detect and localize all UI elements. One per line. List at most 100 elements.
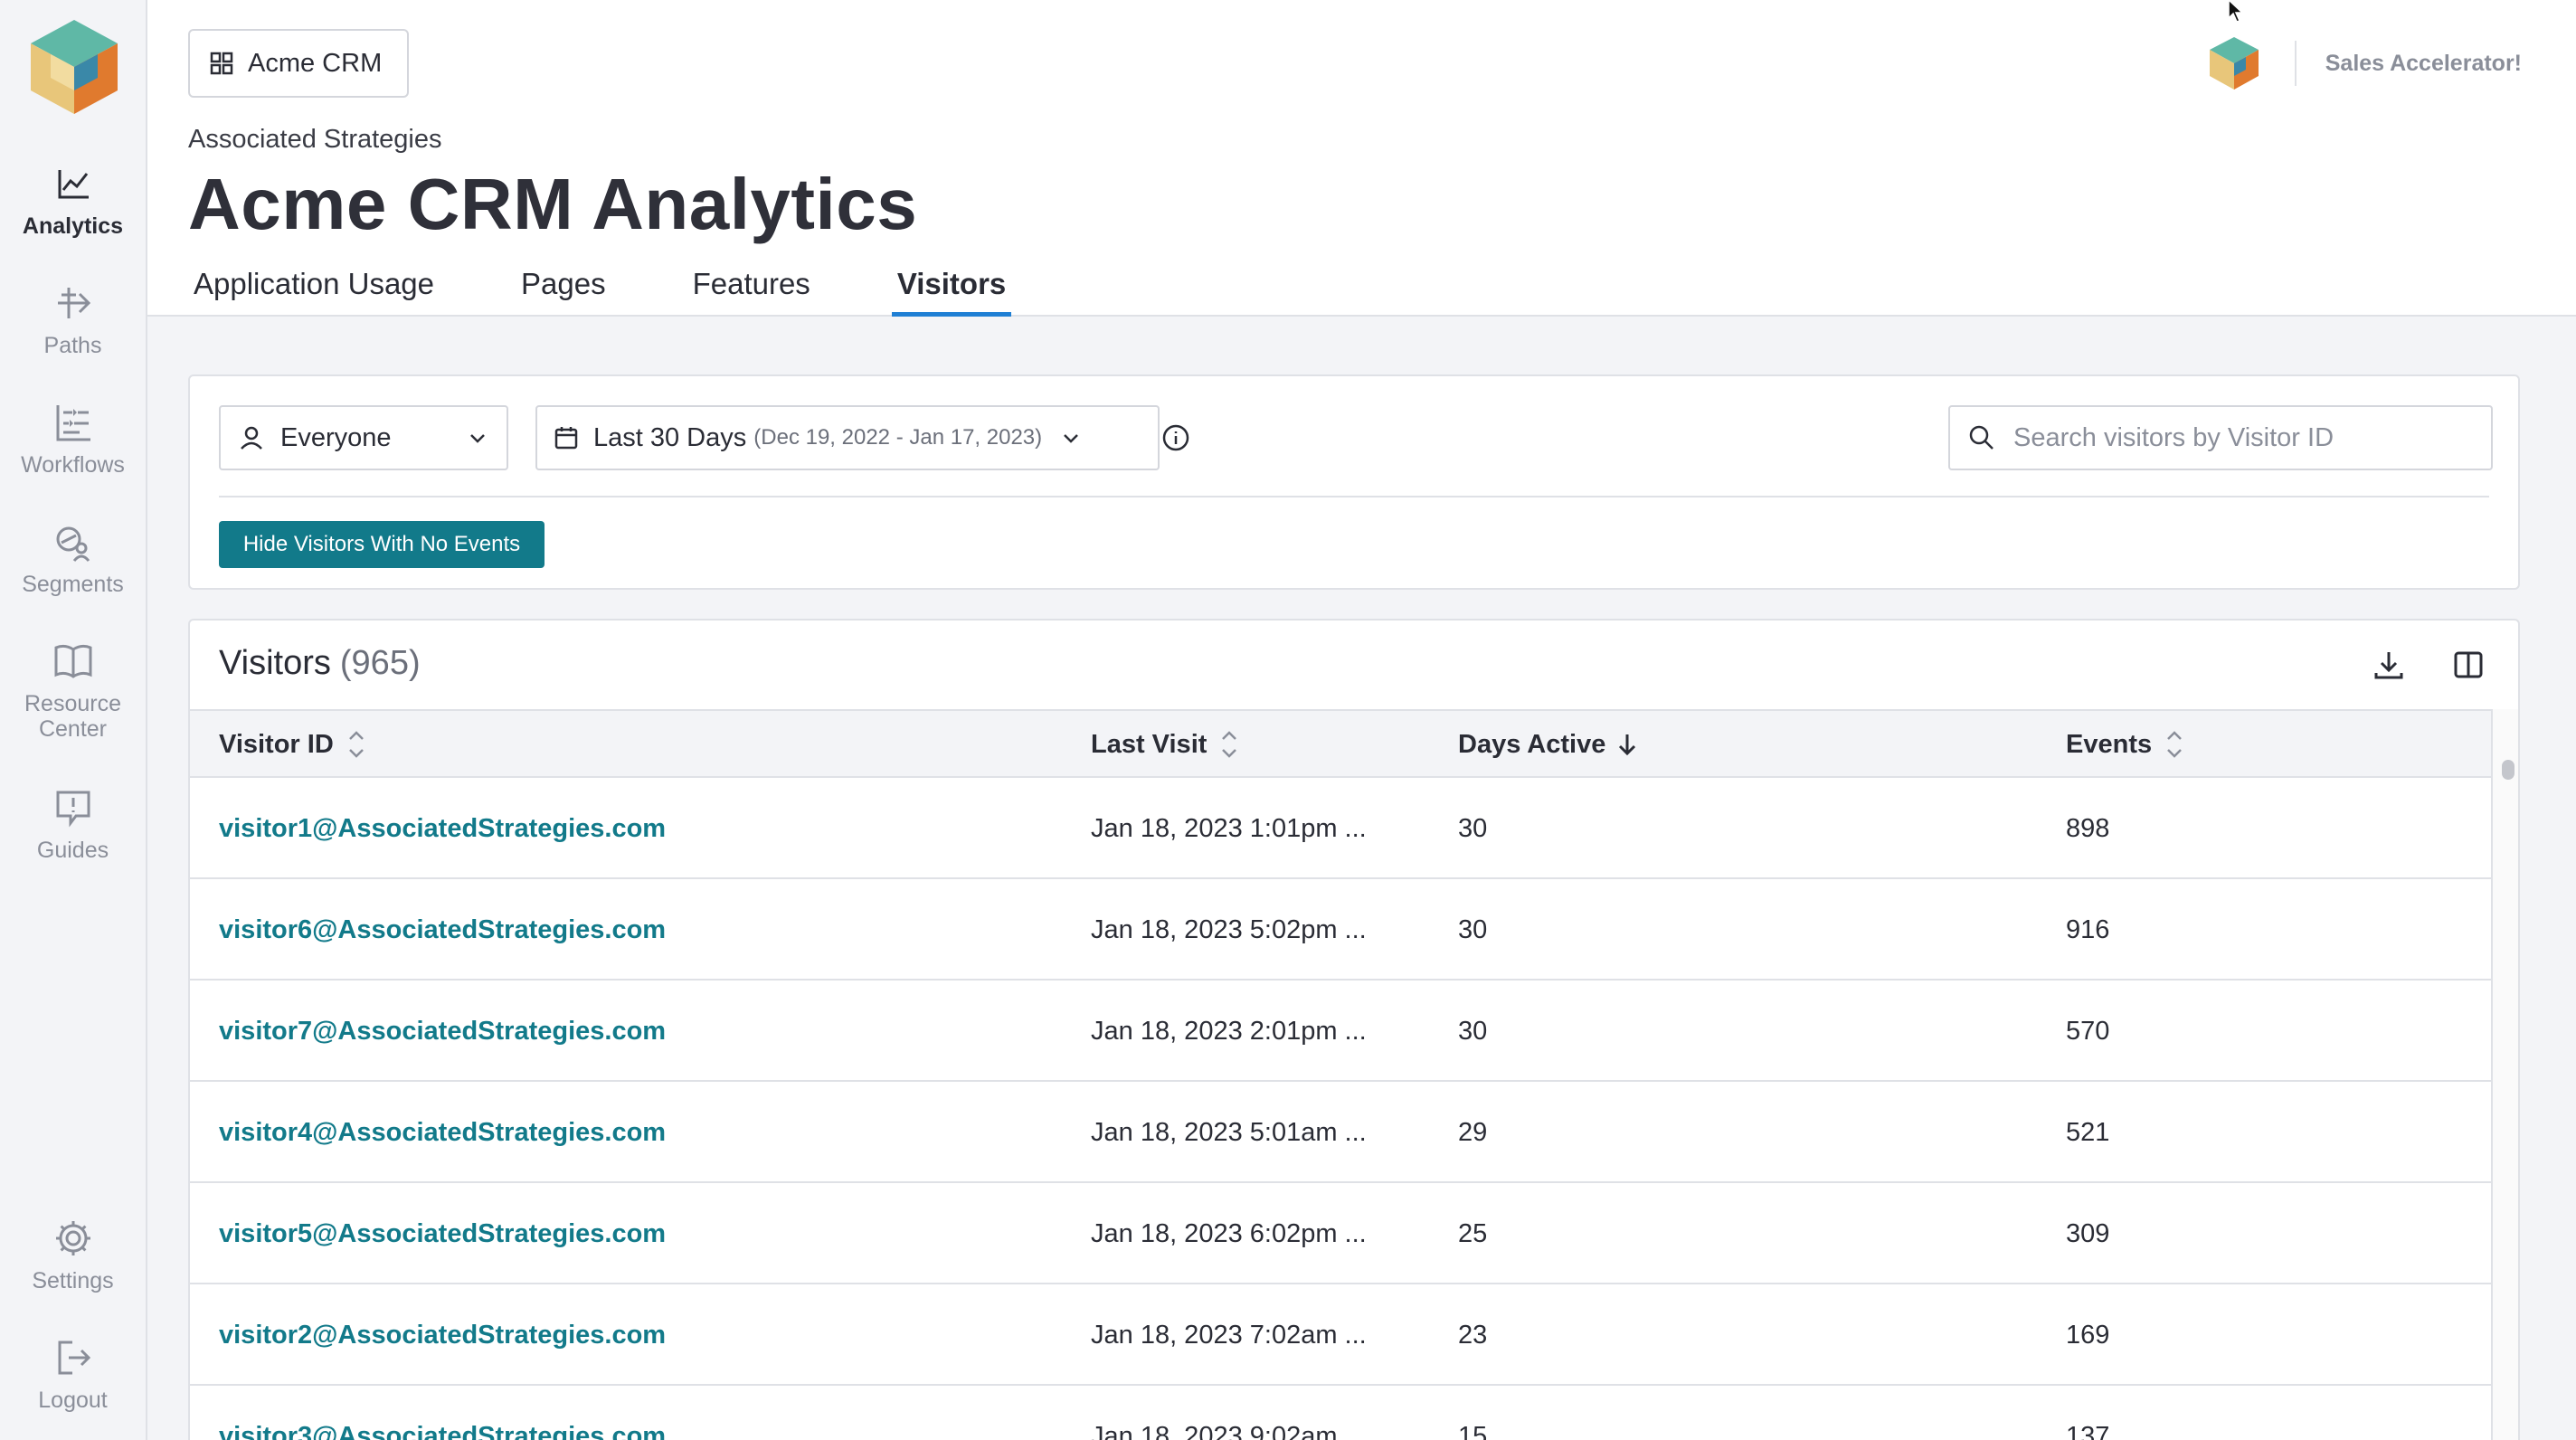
gear-icon	[55, 1221, 90, 1255]
brand-logo	[2209, 37, 2259, 90]
app-switcher-label: Acme CRM	[248, 48, 383, 78]
table-row: visitor4@AssociatedStrategies.com Jan 18…	[190, 1082, 2491, 1183]
visitor-id-link[interactable]: visitor4@AssociatedStrategies.com	[219, 1082, 1033, 1183]
sidebar-item-label: Logout	[38, 1388, 108, 1413]
chevron-down-icon	[470, 434, 485, 443]
days-active-cell: 30	[1458, 915, 1488, 944]
page-title: Acme CRM Analytics	[188, 164, 918, 244]
visitor-id-link[interactable]: visitor5@AssociatedStrategies.com	[219, 1183, 1033, 1284]
download-icon[interactable]	[2372, 648, 2406, 682]
table-row: visitor5@AssociatedStrategies.com Jan 18…	[190, 1183, 2491, 1284]
date-range-dropdown[interactable]: Last 30 Days (Dec 19, 2022 - Jan 17, 202…	[535, 405, 1189, 470]
sidebar-item-guides[interactable]: Guides	[0, 787, 146, 863]
user-icon	[241, 426, 262, 450]
column-header-label: Visitor ID	[219, 729, 334, 759]
last-visit-cell: Jan 18, 2023 6:02pm ...	[1091, 1219, 1367, 1248]
visitor-id-link[interactable]: visitor7@AssociatedStrategies.com	[219, 981, 1033, 1082]
visitor-count: (965)	[339, 644, 421, 682]
column-header-label: Last Visit	[1091, 729, 1208, 759]
calendar-icon	[554, 427, 578, 450]
last-visit-cell: Jan 18, 2023 5:02pm ...	[1091, 915, 1367, 944]
days-active-cell: 15	[1458, 1422, 1488, 1440]
breadcrumb[interactable]: Associated Strategies	[188, 125, 441, 155]
table-scrollbar[interactable]	[2491, 709, 2518, 1440]
table-title: Visitors (965)	[219, 644, 421, 683]
column-header-days-active[interactable]: Days Active	[1458, 711, 1638, 778]
app-switcher-button[interactable]: Acme CRM	[188, 29, 409, 98]
grid-icon	[210, 52, 233, 75]
column-header-last-visit[interactable]: Last Visit	[1091, 711, 1239, 778]
last-visit-cell: Jan 18, 2023 2:01pm ...	[1091, 1017, 1367, 1046]
sort-icon	[2167, 731, 2182, 758]
days-active-cell: 30	[1458, 814, 1488, 843]
sidebar-item-label: Paths	[43, 333, 102, 358]
info-icon[interactable]	[1161, 423, 1190, 452]
tab-application-usage[interactable]: Application Usage	[188, 262, 440, 317]
workflows-icon	[56, 405, 90, 441]
sidebar-item-workflows[interactable]: Workflows	[0, 402, 146, 478]
days-active-cell: 23	[1458, 1321, 1488, 1350]
table-body: visitor1@AssociatedStrategies.com Jan 18…	[190, 778, 2491, 1440]
events-cell: 137	[2066, 1422, 2110, 1440]
table-row: visitor7@AssociatedStrategies.com Jan 18…	[190, 981, 2491, 1082]
days-active-cell: 25	[1458, 1219, 1488, 1248]
tab-pages[interactable]: Pages	[516, 262, 611, 317]
chevron-down-icon	[1064, 434, 1079, 443]
sort-icon	[348, 731, 364, 758]
tab-visitors[interactable]: Visitors	[891, 262, 1012, 317]
sidebar-item-label: Resource Center	[24, 691, 121, 742]
guides-icon	[56, 791, 90, 828]
events-cell: 916	[2066, 915, 2110, 944]
visitors-table-card: Visitors(965) Visitor ID Last Visit Day	[188, 619, 2520, 1440]
visitor-id-link[interactable]: visitor3@AssociatedStrategies.com	[219, 1386, 1033, 1440]
resource-center-icon	[54, 644, 91, 678]
sidebar-item-analytics[interactable]: Analytics	[0, 163, 146, 239]
visitor-search	[1948, 405, 2493, 470]
mouse-cursor-icon	[2228, 0, 2244, 23]
sidebar-item-label: Analytics	[22, 213, 124, 239]
date-range-label: Last 30 Days	[593, 422, 747, 452]
tab-features[interactable]: Features	[687, 262, 816, 317]
table-row: visitor3@AssociatedStrategies.com Jan 18…	[190, 1386, 2491, 1440]
events-cell: 570	[2066, 1017, 2110, 1046]
events-cell: 521	[2066, 1118, 2110, 1147]
segment-dropdown[interactable]: Everyone	[219, 405, 508, 470]
last-visit-cell: Jan 18, 2023 5:01am ...	[1091, 1118, 1367, 1147]
sidebar-item-label: Settings	[32, 1268, 114, 1293]
sidebar-item-paths[interactable]: Paths	[0, 282, 146, 358]
visitor-id-link[interactable]: visitor6@AssociatedStrategies.com	[219, 879, 1033, 981]
brand-area: Sales Accelerator!	[2208, 27, 2522, 99]
sort-icon	[1222, 731, 1237, 758]
table-header: Visitor ID Last Visit Days Active Events	[190, 709, 2491, 778]
column-header-label: Events	[2066, 729, 2153, 759]
hide-no-events-button[interactable]: Hide Visitors With No Events	[219, 521, 545, 568]
sidebar-item-logout[interactable]: Logout	[0, 1337, 146, 1413]
last-visit-cell: Jan 18, 2023 9:02am ...	[1091, 1422, 1367, 1440]
analytics-icon	[58, 170, 89, 199]
last-visit-cell: Jan 18, 2023 7:02am ...	[1091, 1321, 1367, 1350]
table-row: visitor6@AssociatedStrategies.com Jan 18…	[190, 879, 2491, 981]
page-header: Acme CRM Associated Strategies Acme CRM …	[147, 0, 2576, 317]
sidebar-item-settings[interactable]: Settings	[0, 1217, 146, 1293]
last-visit-cell: Jan 18, 2023 1:01pm ...	[1091, 814, 1367, 843]
brand-divider	[2294, 41, 2297, 86]
columns-icon[interactable]	[2451, 648, 2486, 682]
search-input[interactable]	[2013, 422, 2466, 453]
visitor-id-link[interactable]: visitor2@AssociatedStrategies.com	[219, 1284, 1033, 1386]
logout-icon	[58, 1341, 90, 1375]
column-header-events[interactable]: Events	[2066, 711, 2184, 778]
segments-icon	[56, 526, 90, 562]
app-logo[interactable]	[27, 18, 121, 116]
sort-descending-icon	[1619, 734, 1636, 756]
sidebar-item-segments[interactable]: Segments	[0, 521, 146, 597]
divider	[219, 496, 2489, 497]
column-header-visitor-id[interactable]: Visitor ID	[219, 711, 366, 778]
table-row: visitor1@AssociatedStrategies.com Jan 18…	[190, 778, 2491, 879]
search-icon	[1969, 425, 1994, 450]
scrollbar-thumb[interactable]	[2502, 760, 2514, 780]
brand-name: Sales Accelerator!	[2325, 50, 2522, 76]
events-cell: 309	[2066, 1219, 2110, 1248]
visitor-id-link[interactable]: visitor1@AssociatedStrategies.com	[219, 778, 1033, 879]
sidebar-item-resource-center[interactable]: Resource Center	[0, 640, 146, 742]
column-header-label: Days Active	[1458, 729, 1606, 759]
